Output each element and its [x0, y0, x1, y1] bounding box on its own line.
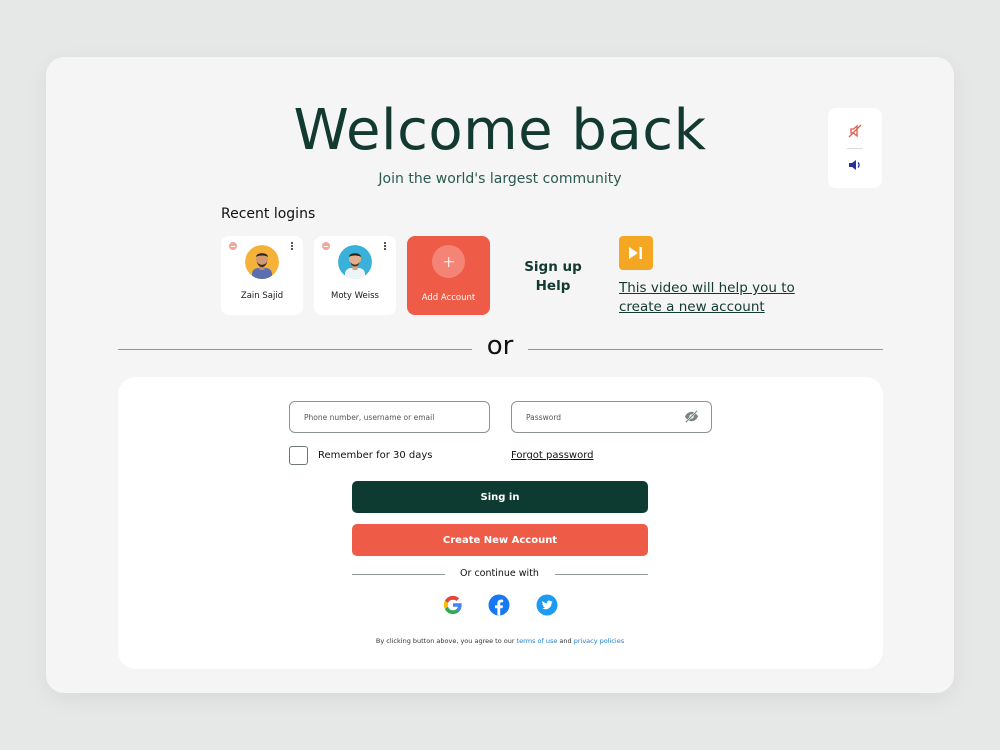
recent-login-moty[interactable]: Moty Weiss: [314, 236, 396, 315]
privacy-policies-link[interactable]: privacy policies: [574, 637, 624, 645]
more-options-icon[interactable]: [384, 242, 387, 251]
google-icon[interactable]: [442, 594, 464, 616]
remember-checkbox[interactable]: [289, 446, 308, 465]
terms-text: By clicking button above, you agree to o…: [0, 637, 1000, 645]
account-name: Moty Weiss: [331, 291, 379, 301]
terms-prefix: By clicking button above, you agree to o…: [375, 637, 517, 645]
more-options-icon[interactable]: [291, 242, 294, 251]
recent-logins-label: Recent logins: [221, 206, 316, 222]
plus-icon: [432, 245, 465, 278]
add-account-button[interactable]: Add Account: [407, 236, 490, 315]
play-skip-icon: [629, 247, 642, 259]
terms-and: and: [557, 637, 574, 645]
eye-off-icon[interactable]: [684, 409, 699, 428]
recent-login-zain[interactable]: Zain Sajid: [221, 236, 303, 315]
video-play-button[interactable]: [619, 236, 653, 270]
continue-divider-right: [555, 574, 648, 575]
sign-in-button[interactable]: Sing in: [352, 481, 648, 513]
continue-divider-left: [352, 574, 445, 575]
video-help-link[interactable]: This video will help you to create a new…: [619, 279, 799, 317]
account-name: Zain Sajid: [240, 291, 284, 301]
login-form-panel: [118, 377, 883, 669]
volume-icon[interactable]: [847, 157, 863, 177]
username-input[interactable]: [289, 401, 490, 433]
mute-icon[interactable]: [847, 123, 863, 143]
avatar: [245, 245, 279, 279]
divider-or: or: [486, 331, 514, 361]
avatar: [338, 245, 372, 279]
add-account-label: Add Account: [421, 293, 476, 303]
terms-of-use-link[interactable]: terms of use: [517, 637, 558, 645]
divider-left: [118, 349, 472, 350]
sound-separator: [847, 148, 863, 149]
continue-with-label: Or continue with: [460, 568, 539, 579]
remember-label: Remember for 30 days: [318, 450, 433, 461]
sound-panel: [828, 108, 882, 188]
twitter-icon[interactable]: [536, 594, 558, 616]
forgot-password-link[interactable]: Forgot password: [511, 450, 594, 461]
facebook-icon[interactable]: [488, 594, 510, 616]
signup-help-link[interactable]: Sign up Help: [520, 258, 586, 296]
divider-right: [528, 349, 883, 350]
remove-icon[interactable]: [229, 242, 237, 250]
create-account-button[interactable]: Create New Account: [352, 524, 648, 556]
remove-icon[interactable]: [322, 242, 330, 250]
password-input[interactable]: [511, 401, 712, 433]
